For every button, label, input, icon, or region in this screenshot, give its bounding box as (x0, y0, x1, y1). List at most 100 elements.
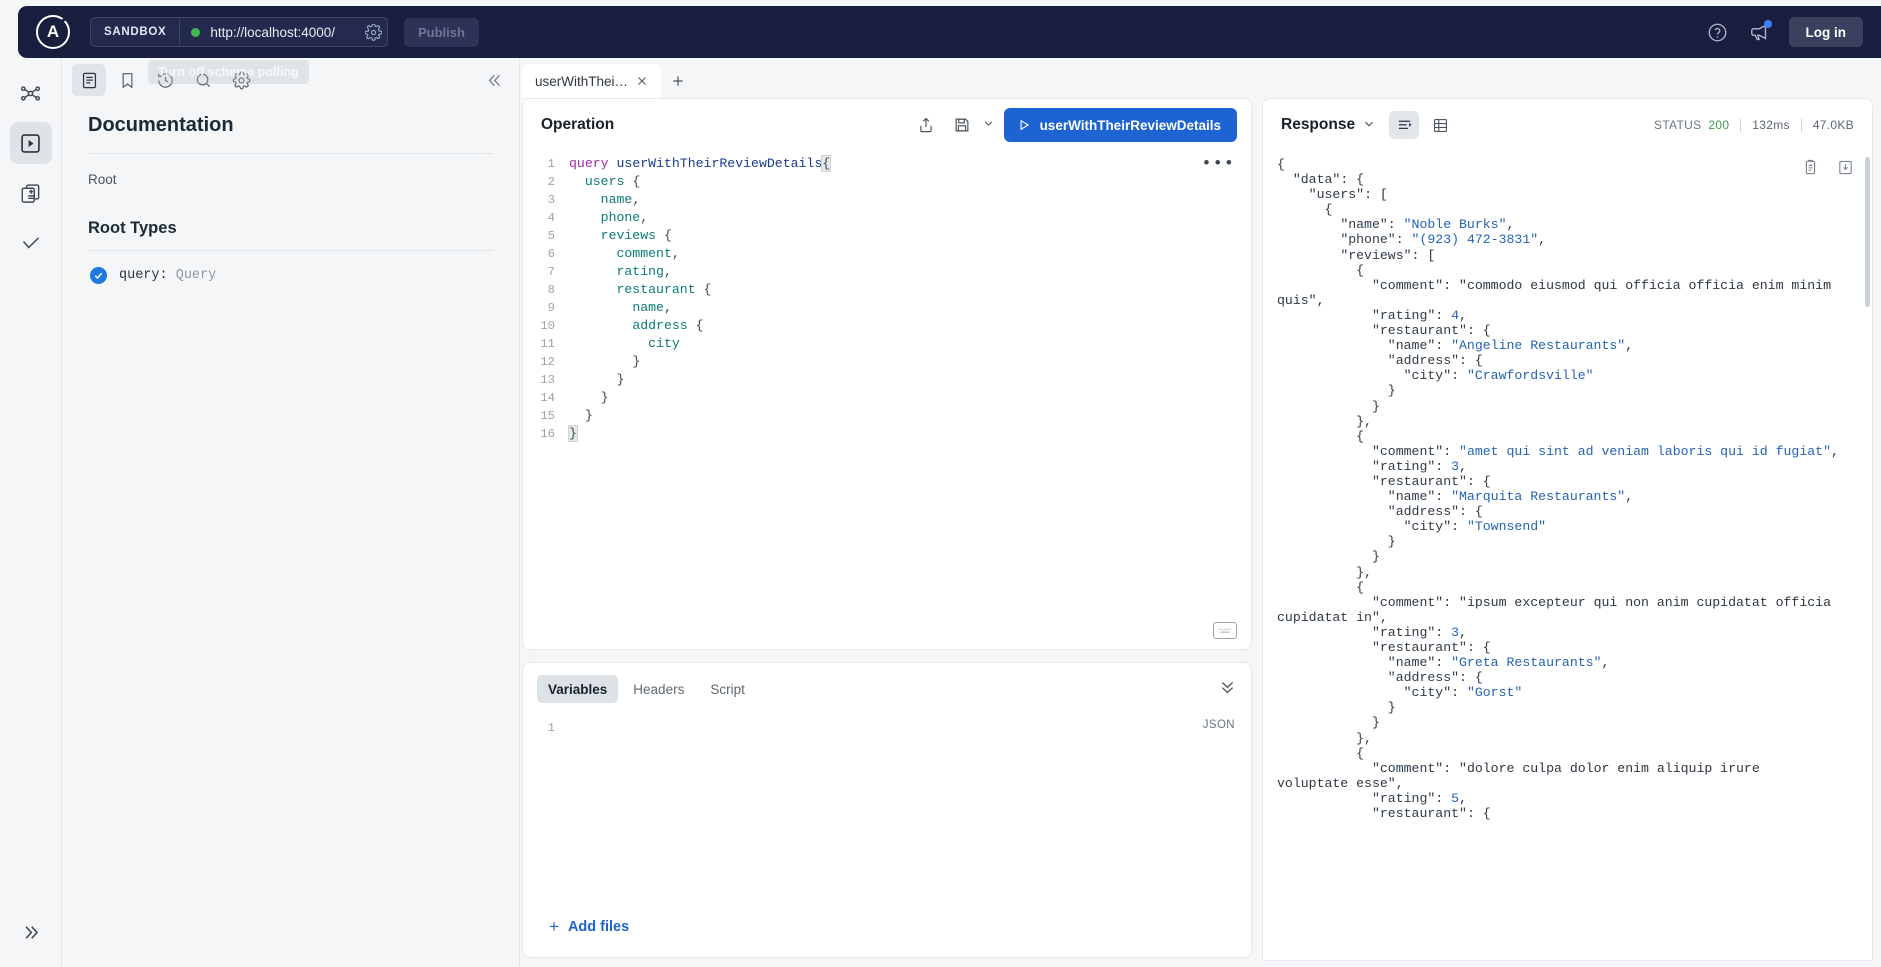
apollo-logo[interactable]: A (32, 11, 74, 53)
code-line: 6 comment, (523, 245, 1251, 263)
share-icon (919, 117, 932, 133)
save-operation-button[interactable] (947, 110, 977, 140)
plus-icon (673, 76, 683, 86)
response-panel: Response STATUS 200 132ms 47.0KB {"data… (1262, 98, 1873, 961)
search-icon (196, 73, 210, 87)
plus-icon: + (549, 917, 559, 936)
line-number: 12 (540, 355, 555, 369)
login-button[interactable]: Log in (1788, 17, 1863, 47)
response-json-line: "comment": "commodo eiusmod qui officia … (1371, 277, 1831, 293)
response-json-line: cupidatat in", (1277, 609, 1388, 625)
meta-divider (1800, 118, 1802, 132)
download-response-button[interactable] (1837, 159, 1854, 180)
variables-editor[interactable]: JSON 1 (523, 715, 1251, 737)
add-files-button[interactable]: + Add files (549, 917, 629, 937)
response-json-line: "rating": 3, (1371, 458, 1467, 474)
line-number: 1 (547, 157, 555, 171)
chevron-down-icon (984, 121, 992, 126)
variables-code-line: 1 (523, 719, 1251, 737)
response-json-line: }, (1277, 564, 1372, 580)
rail-item-graph[interactable] (10, 72, 52, 114)
response-json-line: "restaurant": { (1371, 323, 1491, 339)
operation-more-button[interactable]: ••• (1201, 155, 1235, 174)
line-number: 1 (547, 721, 555, 735)
rail-item-explorer[interactable] (9, 122, 52, 164)
response-tools (1802, 159, 1854, 180)
json-view-icon (1398, 120, 1412, 129)
keyboard-shortcuts-button[interactable] (1213, 622, 1237, 639)
rail-expand-button[interactable] (10, 911, 52, 953)
response-meta: STATUS 200 132ms 47.0KB (1654, 118, 1854, 132)
rail-item-schema[interactable] (10, 172, 52, 214)
operation-panel: Operation userWithTheirReviewDetails •••… (522, 98, 1252, 650)
line-number: 5 (547, 229, 555, 243)
tab-close-button[interactable] (636, 75, 648, 87)
meta-divider (1740, 118, 1742, 132)
tab-operation[interactable]: userWithThei… (522, 64, 662, 98)
publish-button[interactable]: Publish (404, 17, 479, 47)
docs-tab-search[interactable] (186, 64, 220, 96)
documentation-title: Documentation (88, 114, 234, 136)
docs-tab-settings[interactable] (224, 64, 258, 96)
new-tab-button[interactable] (661, 64, 695, 98)
tab-headers[interactable]: Headers (622, 675, 695, 703)
docs-tab-history[interactable] (148, 64, 182, 96)
checkmark-icon (94, 272, 103, 280)
response-json-line: "name": "Angeline Restaurants", (1387, 338, 1634, 354)
response-json-line: } (1277, 383, 1396, 399)
response-json-line: { (1277, 157, 1285, 172)
rail-item-checks[interactable] (10, 222, 52, 264)
response-json-line: quis", (1277, 292, 1325, 308)
endpoint-url-value: http://localhost:4000/ (210, 24, 335, 40)
code-line: 15 } (523, 407, 1251, 425)
response-json-line: "comment": "ipsum excepteur qui non anim… (1371, 594, 1831, 610)
docs-tab-saved-operations[interactable] (110, 64, 144, 96)
response-json-line: } (1277, 549, 1380, 565)
line-number: 3 (547, 193, 555, 207)
root-types-title: Root Types (88, 219, 177, 237)
response-scrollbar[interactable] (1865, 157, 1870, 307)
code-line: 7 rating, (523, 263, 1251, 281)
save-options-chevron[interactable] (983, 118, 998, 132)
response-dropdown-button[interactable] (1363, 118, 1375, 133)
code-line: 8 restaurant { (523, 281, 1251, 299)
run-operation-button[interactable]: userWithTheirReviewDetails (1003, 108, 1237, 142)
response-json-line: "phone": "(923) 472-3831", (1340, 232, 1547, 248)
response-json-line: "address": { (1387, 504, 1483, 520)
code-line: 1 query userWithTheirReviewDetails{ (523, 155, 1251, 173)
question-circle-icon (1708, 23, 1727, 41)
root-type-query-row[interactable]: query: Query (88, 251, 493, 284)
tab-script[interactable]: Script (699, 675, 756, 703)
docs-tab-documentation[interactable] (72, 64, 106, 96)
response-table-view-button[interactable] (1425, 111, 1455, 139)
operation-editor[interactable]: ••• 1 query userWithTheirReviewDetails{ 2… (523, 151, 1251, 443)
documentation-breadcrumb[interactable]: Root (88, 154, 493, 213)
variables-collapse-button[interactable] (1218, 677, 1237, 701)
docs-collapse-button[interactable] (486, 71, 505, 90)
operation-actions: userWithTheirReviewDetails (911, 108, 1237, 142)
variables-panel: Variables Headers Script JSON 1 + Add fi… (522, 662, 1252, 958)
endpoint-settings-button[interactable] (359, 18, 387, 46)
response-json-line: "address": { (1387, 353, 1483, 369)
code-line: 13 } (523, 371, 1251, 389)
endpoint-url-input[interactable]: http://localhost:4000/ (180, 18, 341, 46)
endpoint-group: SANDBOX http://localhost:4000/ (90, 17, 388, 47)
documentation-toolbar: Turn off schema polling (62, 58, 519, 102)
response-json-line: "comment": "dolore culpa dolor enim aliq… (1371, 760, 1760, 776)
tab-variables[interactable]: Variables (537, 675, 619, 703)
download-icon (1839, 160, 1852, 175)
response-json-view-button[interactable] (1389, 111, 1420, 139)
announcements-button[interactable] (1747, 19, 1773, 45)
documentation-body: Documentation Root Root Types query: Que… (62, 102, 519, 284)
gear-icon (364, 23, 382, 41)
copy-response-button[interactable] (1802, 159, 1819, 180)
share-operation-button[interactable] (911, 110, 941, 140)
settings-gear-icon (232, 70, 251, 89)
sandbox-badge: SANDBOX (91, 18, 181, 46)
response-body[interactable]: { "data": { "users": [ { "name": "Noble … (1263, 151, 1872, 960)
help-button[interactable] (1705, 19, 1731, 45)
chevron-double-left-icon (488, 74, 500, 86)
line-number: 6 (547, 247, 555, 261)
response-json-line: "data": { (1292, 172, 1365, 188)
response-json-line: "reviews": [ (1340, 247, 1436, 263)
